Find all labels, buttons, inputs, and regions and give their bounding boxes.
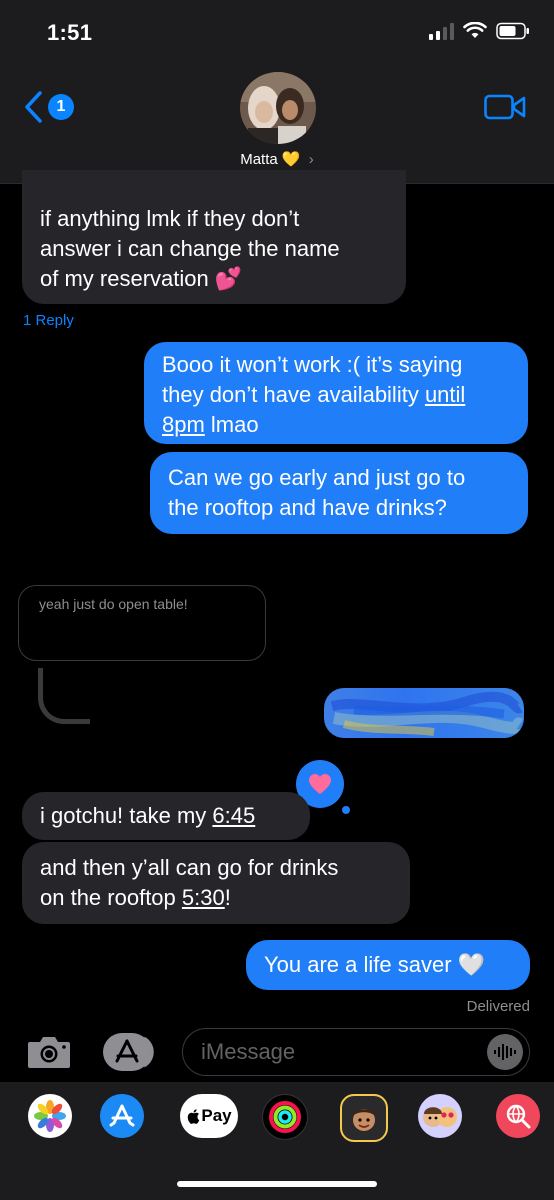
tapback-tail (342, 806, 350, 814)
activity-app-icon[interactable] (262, 1094, 308, 1140)
redacted-outgoing-message[interactable] (324, 688, 524, 738)
audio-message-button[interactable] (487, 1034, 523, 1070)
message-text: and then y’all can go for drinks (40, 855, 339, 880)
memoji-app-icon[interactable] (340, 1094, 388, 1142)
apple-logo-icon (188, 1109, 200, 1124)
memoji-stickers-app-icon[interactable] (418, 1094, 462, 1138)
app-store-app-icon[interactable] (100, 1094, 144, 1138)
quoted-message[interactable]: yeah just do open table! (18, 585, 266, 661)
camera-icon[interactable] (26, 1034, 72, 1070)
contact-name: Matta (240, 151, 278, 168)
apple-pay-label: Pay (201, 1106, 232, 1125)
message-text: Can we go early and just go to (168, 465, 466, 490)
photos-app-icon[interactable] (28, 1094, 72, 1138)
time-link[interactable]: 6:45 (212, 803, 255, 828)
wifi-icon (463, 22, 487, 38)
video-call-icon[interactable] (484, 94, 526, 120)
incoming-message[interactable]: if anything lmk if they don’t answer i c… (22, 170, 406, 304)
time-link[interactable]: 8pm (162, 412, 205, 437)
waveform-icon (494, 1044, 516, 1060)
contact-name-row[interactable]: Matta 💛 › (0, 150, 554, 168)
contact-avatar[interactable] (240, 72, 316, 144)
message-text: 8pm lmao (162, 412, 259, 437)
incoming-message[interactable]: and then y’all can go for drinks on the … (22, 842, 410, 924)
message-input[interactable]: iMessage (182, 1028, 530, 1076)
contact-emoji: 💛 (281, 151, 301, 168)
message-text: on the rooftop 5:30! (40, 885, 231, 910)
cellular-signal-icon (429, 22, 454, 40)
message-text: if anything lmk if they don’t (40, 206, 300, 231)
chevron-left-icon (25, 91, 42, 123)
outgoing-message[interactable]: Booo it won’t work :( it’s saying they d… (144, 342, 528, 444)
globe-search-icon (506, 1104, 531, 1129)
message-text: Booo it won’t work :( it’s saying (162, 352, 463, 377)
battery-icon (496, 22, 529, 40)
outgoing-message[interactable]: You are a life saver 🤍 (246, 940, 530, 990)
apple-pay-app-icon[interactable]: Pay (180, 1094, 238, 1138)
message-text: they don’t have availability until (162, 382, 466, 407)
home-indicator (177, 1181, 377, 1187)
delivery-status: Delivered (466, 998, 530, 1015)
back-button[interactable]: 1 (22, 90, 74, 124)
message-text: answer i can change the name (40, 236, 340, 261)
incoming-message[interactable]: i gotchu! take my 6:45 (22, 792, 310, 840)
message-text: You are a life saver 🤍 (264, 952, 486, 977)
images-search-app-icon[interactable] (496, 1094, 540, 1138)
status-time: 1:51 (47, 20, 93, 45)
reply-thread-line (38, 668, 90, 724)
message-text: i gotchu! take my (40, 803, 213, 828)
unread-badge: 1 (48, 94, 74, 120)
chevron-right-icon: › (308, 151, 314, 168)
date-link[interactable]: until (425, 382, 465, 407)
app-store-icon[interactable] (102, 1032, 160, 1072)
heart-icon (309, 774, 331, 794)
status-icons (429, 22, 530, 40)
message-input-placeholder: iMessage (201, 1039, 296, 1064)
message-text: of my reservation 💕 (40, 266, 243, 291)
message-text: the rooftop and have drinks? (168, 495, 447, 520)
replies-link[interactable]: 1 Reply (23, 312, 74, 329)
time-link[interactable]: 5:30 (182, 885, 225, 910)
conversation-header: 1:51 1 Matta 💛 › (0, 0, 554, 184)
outgoing-message[interactable]: Can we go early and just go to the rooft… (150, 452, 528, 534)
